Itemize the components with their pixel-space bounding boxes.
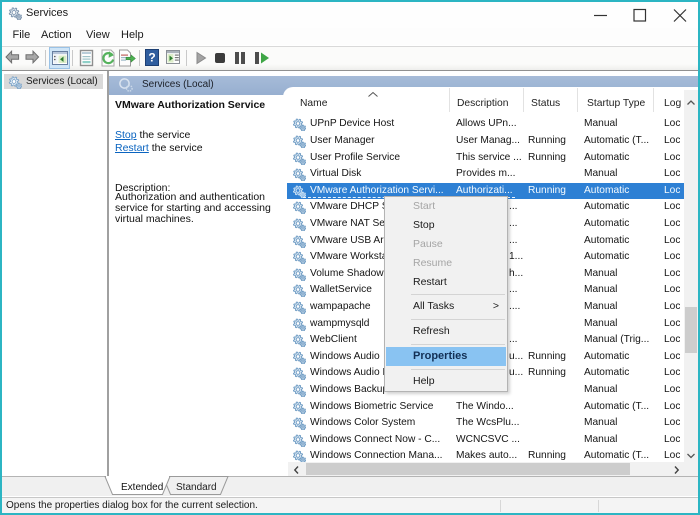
svg-text:?: ? xyxy=(148,51,155,65)
